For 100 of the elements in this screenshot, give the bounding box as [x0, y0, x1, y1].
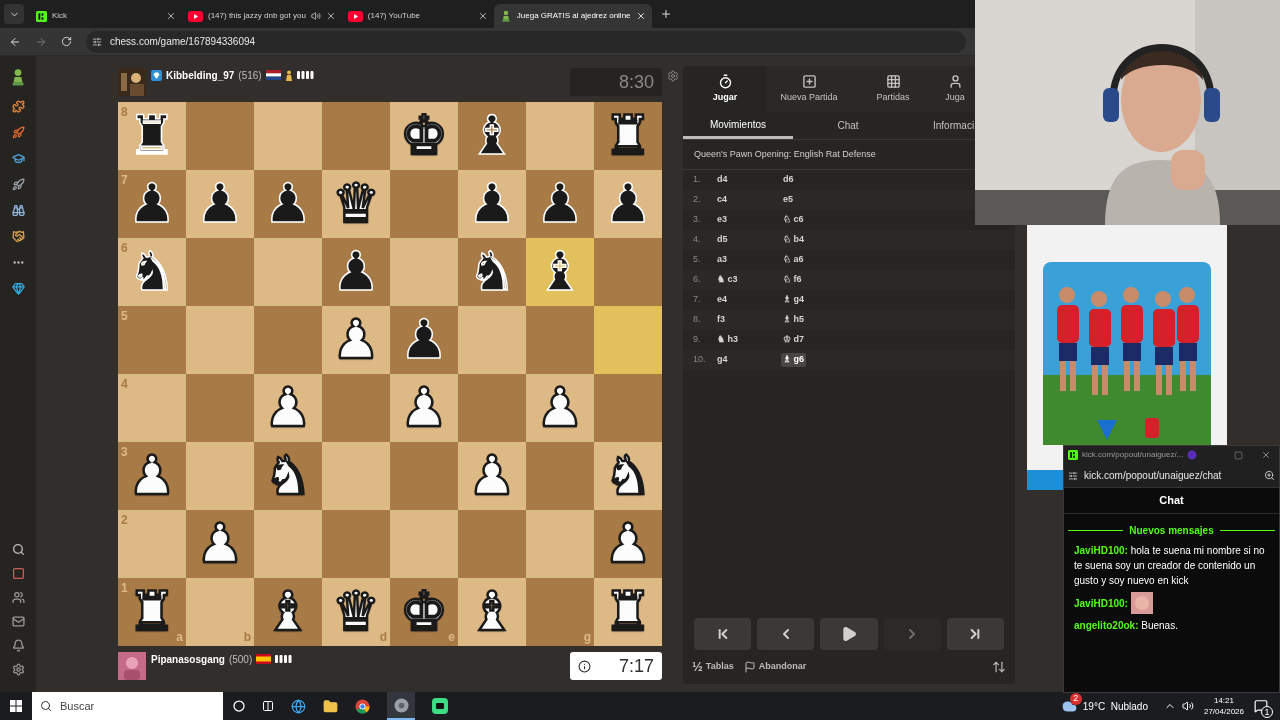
browser-tab[interactable]: Kick [30, 4, 182, 28]
binoculars-icon[interactable] [11, 204, 25, 217]
chess-piece[interactable]: ♞ [467, 245, 517, 299]
audio-icon[interactable] [310, 11, 321, 21]
chat-username[interactable]: JaviHD100: [1074, 595, 1128, 611]
windows-logo-icon[interactable] [10, 700, 22, 712]
graduation-cap-icon[interactable] [11, 152, 25, 165]
board-square[interactable]: ♟ [594, 510, 662, 578]
friends-icon[interactable] [11, 591, 25, 604]
cortana-icon[interactable] [233, 700, 245, 712]
chess-piece[interactable]: ♝ [263, 585, 313, 639]
move[interactable]: ♘ b4 [781, 233, 806, 247]
board-square[interactable]: ♛ [322, 170, 390, 238]
chess-piece[interactable]: ♛ [331, 585, 381, 639]
board-square[interactable]: ♟ [594, 170, 662, 238]
subtab[interactable]: Chat [793, 112, 903, 139]
move[interactable]: d5 [715, 233, 730, 247]
move[interactable]: ♘ a6 [781, 253, 806, 267]
close-icon[interactable] [1261, 450, 1271, 460]
avatar-icon[interactable] [11, 567, 25, 580]
panel-tab[interactable]: Juga [935, 66, 975, 112]
board-square[interactable]: ♟ [254, 170, 322, 238]
board-square[interactable]: ♟ [186, 170, 254, 238]
chess-piece[interactable]: ♟ [331, 245, 381, 299]
move[interactable]: f3 [715, 313, 727, 327]
chess-piece[interactable]: ♟ [195, 177, 245, 231]
gem-icon[interactable] [11, 282, 25, 295]
flip-board-icon[interactable] [992, 660, 1006, 674]
site-info-icon[interactable] [1068, 470, 1078, 481]
address-field[interactable]: chess.com/game/167894336094 [86, 30, 966, 53]
subtab[interactable]: Movimientos [683, 112, 793, 139]
board-square[interactable]: ♚ [390, 102, 458, 170]
puzzle-icon[interactable] [11, 100, 25, 113]
move[interactable]: a3 [715, 253, 729, 267]
chess-piece[interactable]: ♟ [127, 449, 177, 503]
bell-icon[interactable] [11, 639, 25, 652]
move[interactable]: ♗ g4 [781, 293, 806, 307]
notifications-icon[interactable] [1254, 699, 1268, 713]
settings-icon[interactable] [666, 70, 679, 82]
chess-piece[interactable]: ♟ [399, 313, 449, 367]
board-square[interactable]: ♝ [458, 102, 526, 170]
close-tab-icon[interactable] [166, 11, 176, 21]
move[interactable]: ♘ f6 [781, 273, 804, 287]
chess-piece[interactable]: ♟ [603, 177, 653, 231]
chess-piece[interactable]: ♟ [195, 517, 245, 571]
tab-list-button[interactable] [4, 4, 24, 24]
board-square[interactable]: ♟ [390, 306, 458, 374]
close-tab-icon[interactable] [325, 11, 336, 21]
chess-piece[interactable]: ♟ [535, 177, 585, 231]
move[interactable]: e3 [715, 213, 729, 227]
chess-piece[interactable]: ♜ [603, 109, 653, 163]
reload-icon[interactable] [61, 36, 72, 47]
chess-piece[interactable]: ♛ [331, 177, 381, 231]
rocket-icon[interactable] [11, 178, 25, 191]
search-icon[interactable] [11, 543, 25, 556]
move[interactable]: e5 [781, 193, 795, 207]
board-square[interactable]: ♞ [458, 238, 526, 306]
handshake-icon[interactable] [11, 230, 25, 243]
folder-icon[interactable] [323, 698, 338, 714]
board-square[interactable]: ♟ [186, 510, 254, 578]
board-square[interactable]: ♝ [254, 578, 322, 646]
move[interactable]: d4 [715, 173, 730, 187]
panel-tab[interactable]: Partidas [851, 66, 935, 112]
rocket-icon[interactable] [11, 126, 25, 139]
chess-piece[interactable]: ♟ [603, 517, 653, 571]
chess-piece[interactable]: ♟ [467, 177, 517, 231]
volume-icon[interactable] [1181, 700, 1194, 712]
move[interactable]: ♘ c6 [781, 213, 806, 227]
board-square[interactable]: ♟ [322, 238, 390, 306]
move[interactable]: ♗ g6 [781, 353, 806, 367]
chess-piece[interactable]: ♝ [467, 109, 517, 163]
move[interactable]: c4 [715, 193, 729, 207]
nav-button[interactable] [694, 618, 752, 650]
panel-tab[interactable]: Nueva Partida [767, 66, 851, 112]
nav-button[interactable] [946, 618, 1004, 650]
close-tab-icon[interactable] [477, 11, 488, 21]
move[interactable]: ♞ h3 [715, 333, 740, 347]
browser-tab[interactable]: Juega GRATIS al ajedrez online [493, 4, 652, 28]
chess-piece[interactable]: ♟ [127, 177, 177, 231]
task-view-icon[interactable] [262, 700, 274, 712]
search-field[interactable]: Buscar [32, 692, 223, 720]
resign-button[interactable]: Abandonar [743, 660, 807, 674]
chess-piece[interactable]: ♞ [127, 245, 177, 299]
clock-text[interactable]: 14:21 27/04/2026 [1203, 695, 1244, 717]
weather-text[interactable]: 19°C Nublado [1082, 698, 1148, 714]
app-icon[interactable] [432, 698, 448, 714]
move[interactable]: e4 [715, 293, 729, 307]
close-tab-icon[interactable] [635, 11, 646, 21]
move[interactable]: ♔ d7 [781, 333, 806, 347]
move[interactable]: g4 [715, 353, 730, 367]
panel-tab[interactable]: Jugar [683, 66, 767, 112]
chess-piece[interactable]: ♜ [127, 585, 177, 639]
board-square[interactable]: ♜ [594, 102, 662, 170]
taskbar-button[interactable] [387, 692, 415, 720]
chess-piece[interactable]: ♝ [535, 245, 585, 299]
back-icon[interactable] [9, 35, 21, 48]
browser-tab[interactable]: (147) this jazzy dnb got you [182, 4, 342, 28]
board-square[interactable]: ♟ [526, 170, 594, 238]
mail-icon[interactable] [11, 615, 25, 628]
zoom-icon[interactable] [1264, 470, 1275, 481]
